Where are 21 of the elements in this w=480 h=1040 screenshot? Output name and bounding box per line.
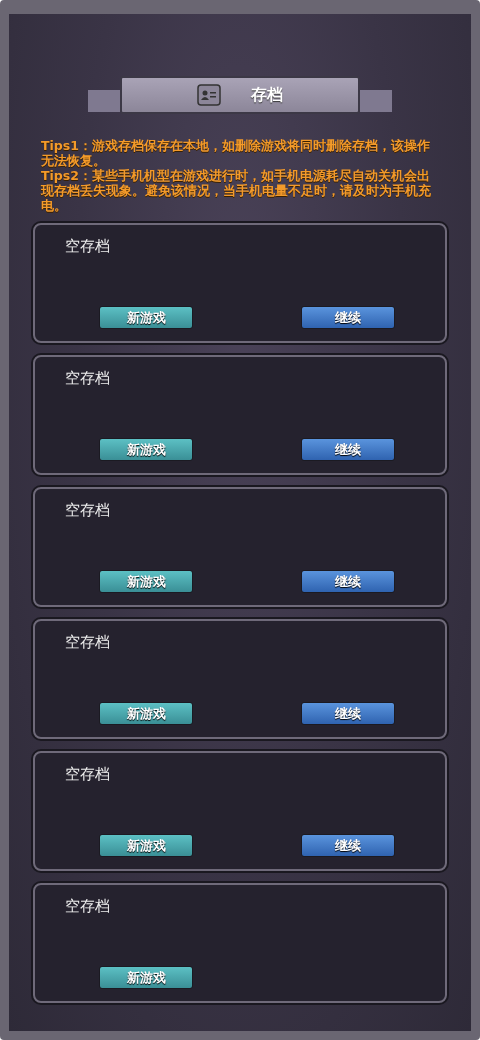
continue-button[interactable]: 继续	[301, 306, 395, 329]
new-game-button[interactable]: 新游戏	[99, 702, 193, 725]
tip-text: Tips2：某些手机机型在游戏进行时，如手机电源耗尽自动关机会出现存档丢失现象。避免该情况，当手机电量不足时，请及时为手机充电。	[41, 168, 432, 213]
slot-label: 空存档	[65, 369, 110, 388]
new-game-button[interactable]: 新游戏	[99, 834, 193, 857]
new-game-button[interactable]: 新游戏	[99, 966, 193, 989]
slot-label: 空存档	[65, 765, 110, 784]
slot-label: 空存档	[65, 501, 110, 520]
slot-label: 空存档	[65, 897, 110, 916]
new-game-button[interactable]: 新游戏	[99, 438, 193, 461]
continue-button[interactable]: 继续	[301, 834, 395, 857]
new-game-button[interactable]: 新游戏	[99, 570, 193, 593]
slot-label: 空存档	[65, 237, 110, 256]
window-title: 存档	[251, 84, 283, 106]
tip-text: Tips1：游戏存档保存在本地，如删除游戏将同时删除存档，该操作无法恢复。	[41, 138, 431, 168]
new-game-button[interactable]: 新游戏	[99, 306, 193, 329]
profile-card-icon	[197, 84, 221, 106]
continue-button[interactable]: 继续	[301, 570, 395, 593]
slot-label: 空存档	[65, 633, 110, 652]
continue-button[interactable]: 继续	[301, 702, 395, 725]
continue-button[interactable]: 继续	[301, 438, 395, 461]
